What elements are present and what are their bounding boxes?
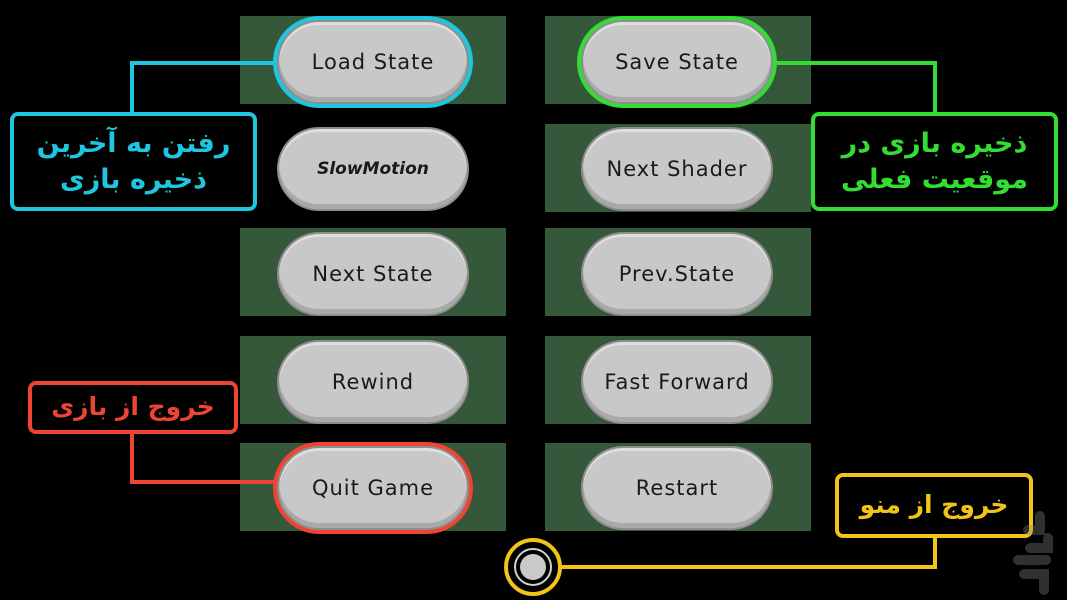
next-state-button[interactable]: Next State [277, 232, 469, 316]
connector-save-state-h [777, 61, 937, 65]
connector-menu-h [560, 565, 937, 569]
menu-toggle-button[interactable] [504, 538, 562, 596]
callout-save-state-line2: موقعیت فعلی [841, 163, 1028, 195]
connector-quit-v [130, 430, 134, 484]
load-state-button[interactable]: Load State [277, 20, 469, 104]
callout-load-state-line1: رفتن به آخرین [36, 128, 231, 160]
quit-game-button[interactable]: Quit Game [277, 446, 469, 530]
callout-save-state-line1: ذخیره بازی در [841, 128, 1028, 160]
cafebazaar-logo-icon [1013, 511, 1053, 595]
restart-button[interactable]: Restart [581, 446, 773, 530]
connector-menu-v [933, 535, 937, 569]
next-shader-button[interactable]: Next Shader [581, 127, 773, 211]
callout-load-state: رفتن به آخرین ذخیره بازی [10, 112, 257, 211]
connector-save-state-v [933, 61, 937, 113]
callout-exit-menu: خروج از منو [835, 473, 1033, 538]
rewind-button[interactable]: Rewind [277, 340, 469, 424]
callout-load-state-line2: ذخیره بازی [59, 163, 208, 195]
slow-motion-button[interactable]: SlowMotion [277, 127, 469, 211]
connector-load-state-v [130, 61, 134, 113]
connector-quit-h [130, 480, 276, 484]
callout-quit-game-text: خروج از بازی [51, 392, 215, 422]
prev-state-button[interactable]: Prev.State [581, 232, 773, 316]
circle-button-icon [514, 548, 552, 586]
connector-load-state-h [130, 61, 274, 65]
save-state-button[interactable]: Save State [581, 20, 773, 104]
fast-forward-button[interactable]: Fast Forward [581, 340, 773, 424]
callout-quit-game: خروج از بازی [28, 381, 238, 434]
callout-save-state: ذخیره بازی در موقعیت فعلی [811, 112, 1058, 211]
callout-exit-menu-text: خروج از منو [859, 490, 1009, 520]
